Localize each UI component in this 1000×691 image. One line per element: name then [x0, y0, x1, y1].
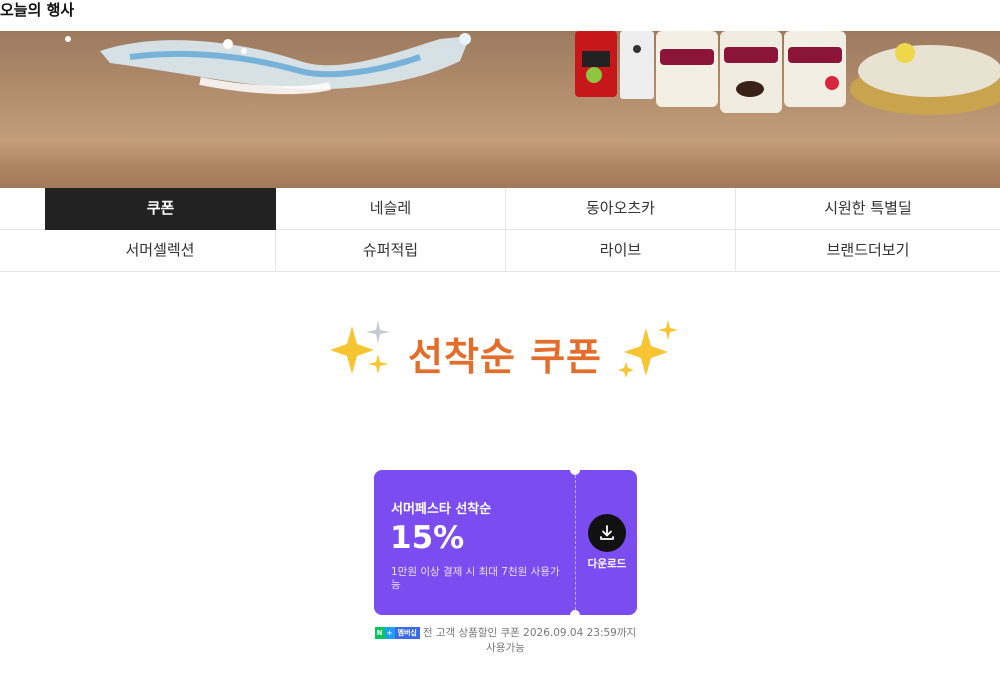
coupon-notch [570, 610, 580, 620]
coupon-condition: 1만원 이상 결제 시 최대 7천원 사용가능 [391, 566, 560, 591]
tab-coupon[interactable]: 쿠폰 [45, 188, 276, 230]
tab-cool-special-deal[interactable]: 시원한 특별딜 [736, 188, 1000, 230]
category-tabs: 쿠폰 네슬레 동아오츠카 시원한 특별딜 서머셀렉션 슈퍼적립 라이브 브랜드더… [0, 188, 1000, 272]
naver-plus-membership-badge: N + 멤버십 [374, 627, 420, 639]
coupon-note: N + 멤버십 전 고객 상품할인 쿠폰 2026.09.04 23:59까지 사용가… [374, 626, 637, 656]
tab-row-2: 서머셀렉션 슈퍼적립 라이브 브랜드더보기 [0, 230, 1000, 272]
wave-illustration [65, 33, 471, 95]
first-come-coupon-heading: 선착순 쿠폰 [330, 318, 680, 382]
coupon-body: 서머페스타 선착순 15% 1만원 이상 결제 시 최대 7천원 사용가능 [374, 470, 575, 615]
coupon-note-text: 전 고객 상품할인 쿠폰 2026.09.04 23:59까지 사용가능 [422, 627, 637, 654]
download-icon [600, 525, 614, 540]
tab-row-1: 쿠폰 네슬레 동아오츠카 시원한 특별딜 [0, 188, 1000, 230]
tab-super-points[interactable]: 슈퍼적립 [276, 230, 506, 272]
tab-live[interactable]: 라이브 [506, 230, 736, 272]
coupon-notch [570, 465, 580, 475]
coupon-card: 서머페스타 선착순 15% 1만원 이상 결제 시 최대 7천원 사용가능 다운… [374, 465, 637, 620]
tab-more-brands[interactable]: 브랜드더보기 [736, 230, 1000, 272]
tab-nestle[interactable]: 네슬레 [276, 188, 506, 230]
naver-n-icon: N [374, 627, 385, 639]
page-title: 오늘의 행사 [0, 1, 75, 19]
membership-badge-label: 멤버십 [394, 627, 420, 639]
product-lineup-illustration [575, 31, 1000, 115]
coupon-discount: 15% [390, 520, 465, 556]
download-label: 다운로드 [587, 558, 627, 570]
plus-icon: + [384, 627, 395, 639]
sparkles-icon [618, 320, 678, 378]
promo-banner[interactable] [0, 31, 1000, 188]
tab-dong-a-otsuka[interactable]: 동아오츠카 [506, 188, 736, 230]
coupon-title: 서머페스타 선착순 [391, 502, 492, 517]
coupon-download-area[interactable]: 다운로드 [575, 470, 637, 615]
download-button[interactable] [588, 514, 626, 552]
tab-summer-selection[interactable]: 서머셀렉션 [45, 230, 276, 272]
